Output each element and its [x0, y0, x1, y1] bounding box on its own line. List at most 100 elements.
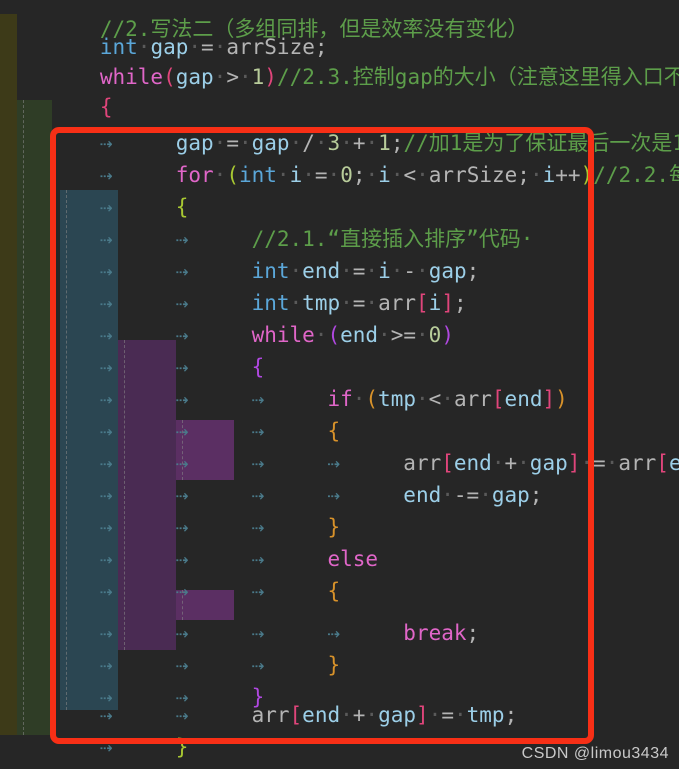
code-line-25[interactable]: } — [24, 734, 113, 769]
code-line-23[interactable]: ⇢ ⇢ arr[end·+·gap]·=·tmp; — [24, 670, 517, 727]
semicolon: ; — [529, 483, 543, 507]
identifier-arr: arr — [618, 451, 657, 475]
bracket-open: [ — [656, 451, 669, 475]
number-0: 0 — [428, 323, 442, 347]
identifier-end: end — [504, 387, 543, 411]
space-dot: · — [276, 163, 290, 187]
space-dot: · — [428, 703, 442, 727]
operator-assign: = — [314, 163, 328, 187]
code-line-5[interactable]: ⇢ gap·=·gap·/·3·+·1;//加1是为了保证最后一次是1，能 — [24, 98, 679, 155]
comment-token: //2.3.控制gap的大小（注意这里得入口不能 — [276, 65, 679, 89]
code-line-19[interactable]: ⇢ ⇢ ⇢ { — [24, 546, 340, 603]
paren-close: ) — [264, 65, 277, 89]
space-dot: · — [340, 703, 353, 727]
code-line-6[interactable]: ⇢ for·(int·i·=·0;·i·<·arrSize;·i++)//2.2… — [24, 130, 679, 187]
space-dot: · — [453, 703, 467, 727]
operator-assign: = — [441, 703, 454, 727]
keyword-break: break — [403, 621, 467, 645]
semicolon: ; — [453, 291, 467, 315]
operator-incr: ++ — [555, 163, 581, 187]
space-dot: · — [441, 387, 454, 411]
identifier-i: i — [289, 163, 303, 187]
code-line-11[interactable]: ⇢ ⇢ while·(end·>=·0) — [24, 290, 454, 347]
space-dot: · — [327, 163, 341, 187]
space-dot: · — [416, 163, 429, 187]
csdn-watermark: CSDN @limou3434 — [521, 745, 669, 762]
comment-token: //2.2.每组只取 — [593, 163, 679, 187]
bracket-close: ] — [567, 451, 581, 475]
code-line-2[interactable]: int·gap·=·arrSize; — [24, 2, 328, 59]
operator-assign: = — [593, 451, 606, 475]
identifier-arr: arr — [453, 387, 492, 411]
code-line-15[interactable]: ⇢ ⇢ ⇢ ⇢ arr[end·+·gap]·=·arr[end]; — [24, 418, 679, 475]
space-dot: · — [302, 163, 315, 187]
space-dot: · — [529, 163, 543, 187]
code-line-14[interactable]: ⇢ ⇢ ⇢ { — [24, 386, 340, 443]
code-line-4[interactable]: { — [24, 62, 113, 119]
identifier-i: i — [542, 163, 556, 187]
semicolon: ; — [466, 259, 480, 283]
code-line-21[interactable]: ⇢ ⇢ ⇢ } — [24, 620, 340, 677]
paren-close: ) — [441, 323, 454, 347]
semicolon: ; — [504, 703, 518, 727]
code-line-3[interactable]: while(gap·>·1)//2.3.控制gap的大小（注意这里得入口不能 — [24, 32, 679, 89]
code-line-10[interactable]: ⇢ ⇢ int·tmp·=·arr[i]; — [24, 258, 467, 315]
identifier-end: end — [340, 323, 379, 347]
code-line-12[interactable]: ⇢ ⇢ { — [24, 322, 264, 379]
identifier-tmp: tmp — [466, 703, 505, 727]
identifier-arrsize: arrSize; — [428, 163, 530, 187]
code-line-20[interactable]: ⇢ ⇢ ⇢ ⇢ break; — [24, 588, 479, 645]
identifier-i: i — [378, 163, 391, 187]
identifier-end: end — [403, 483, 442, 507]
space-dot: · — [390, 163, 404, 187]
identifier-arr: arr — [251, 703, 290, 727]
code-line-9[interactable]: ⇢ ⇢ int·end·=·i·-·gap; — [24, 226, 479, 283]
code-line-13[interactable]: ⇢ ⇢ ⇢ if·(tmp·<·arr[end]) — [24, 354, 568, 411]
code-line-7[interactable]: ⇢ { — [24, 162, 189, 219]
code-editor-viewport[interactable]: //2.写法二（多组同排，但是效率没有变化） int·gap·=·arrSize… — [0, 0, 679, 769]
space-dot: · — [415, 387, 429, 411]
space-dot: · — [238, 65, 252, 89]
semicolon: ; — [466, 621, 480, 645]
space-dot: · — [378, 323, 391, 347]
bracket-open: [ — [289, 703, 303, 727]
paren-open: ( — [163, 65, 176, 89]
identifier-gap: gap — [491, 483, 530, 507]
operator-lt: < — [428, 387, 442, 411]
space-dot: · — [580, 451, 594, 475]
operator-minus-assign: -= — [453, 483, 480, 507]
space-dot: · — [365, 163, 379, 187]
identifier-gap: gap — [378, 703, 417, 727]
identifier-end: end — [302, 703, 341, 727]
identifier-gap: gap — [175, 65, 214, 89]
space-dot: · — [352, 387, 366, 411]
space-dot: · — [314, 323, 328, 347]
operator-gte: >= — [390, 323, 416, 347]
identifier-tmp: tmp — [378, 387, 416, 411]
paren-close: ) — [555, 387, 568, 411]
semicolon: ; — [352, 163, 366, 187]
operator-lt: < — [403, 163, 417, 187]
number-0: 0 — [340, 163, 353, 187]
type-keyword-int: int — [238, 163, 277, 187]
code-text-layer: //2.写法二（多组同排，但是效率没有变化） int·gap·=·arrSize… — [0, 0, 679, 769]
bracket-open: [ — [491, 387, 505, 411]
space-dot: · — [605, 451, 619, 475]
paren-open: ( — [365, 387, 379, 411]
code-line-17[interactable]: ⇢ ⇢ ⇢ } — [24, 482, 340, 539]
paren-close: ) — [580, 163, 594, 187]
bracket-close: ] — [542, 387, 556, 411]
space-dot: · — [365, 703, 379, 727]
bracket-close: ] — [416, 703, 429, 727]
space-dot: · — [479, 483, 492, 507]
identifier-end: end — [668, 451, 679, 475]
code-line-24[interactable]: ⇢ } — [24, 702, 189, 759]
space-dot: · — [416, 323, 429, 347]
code-line-16[interactable]: ⇢ ⇢ ⇢ ⇢ end·-=·gap; — [24, 450, 543, 507]
space-dot: · — [213, 163, 227, 187]
paren-open: ( — [226, 163, 239, 187]
code-line-18[interactable]: ⇢ ⇢ ⇢ else — [24, 514, 378, 571]
brace-close: } — [175, 735, 189, 759]
number-1: 1 — [251, 65, 265, 89]
code-line-8[interactable]: ⇢ ⇢ //2.1.“直接插入排序”代码· — [24, 194, 534, 251]
